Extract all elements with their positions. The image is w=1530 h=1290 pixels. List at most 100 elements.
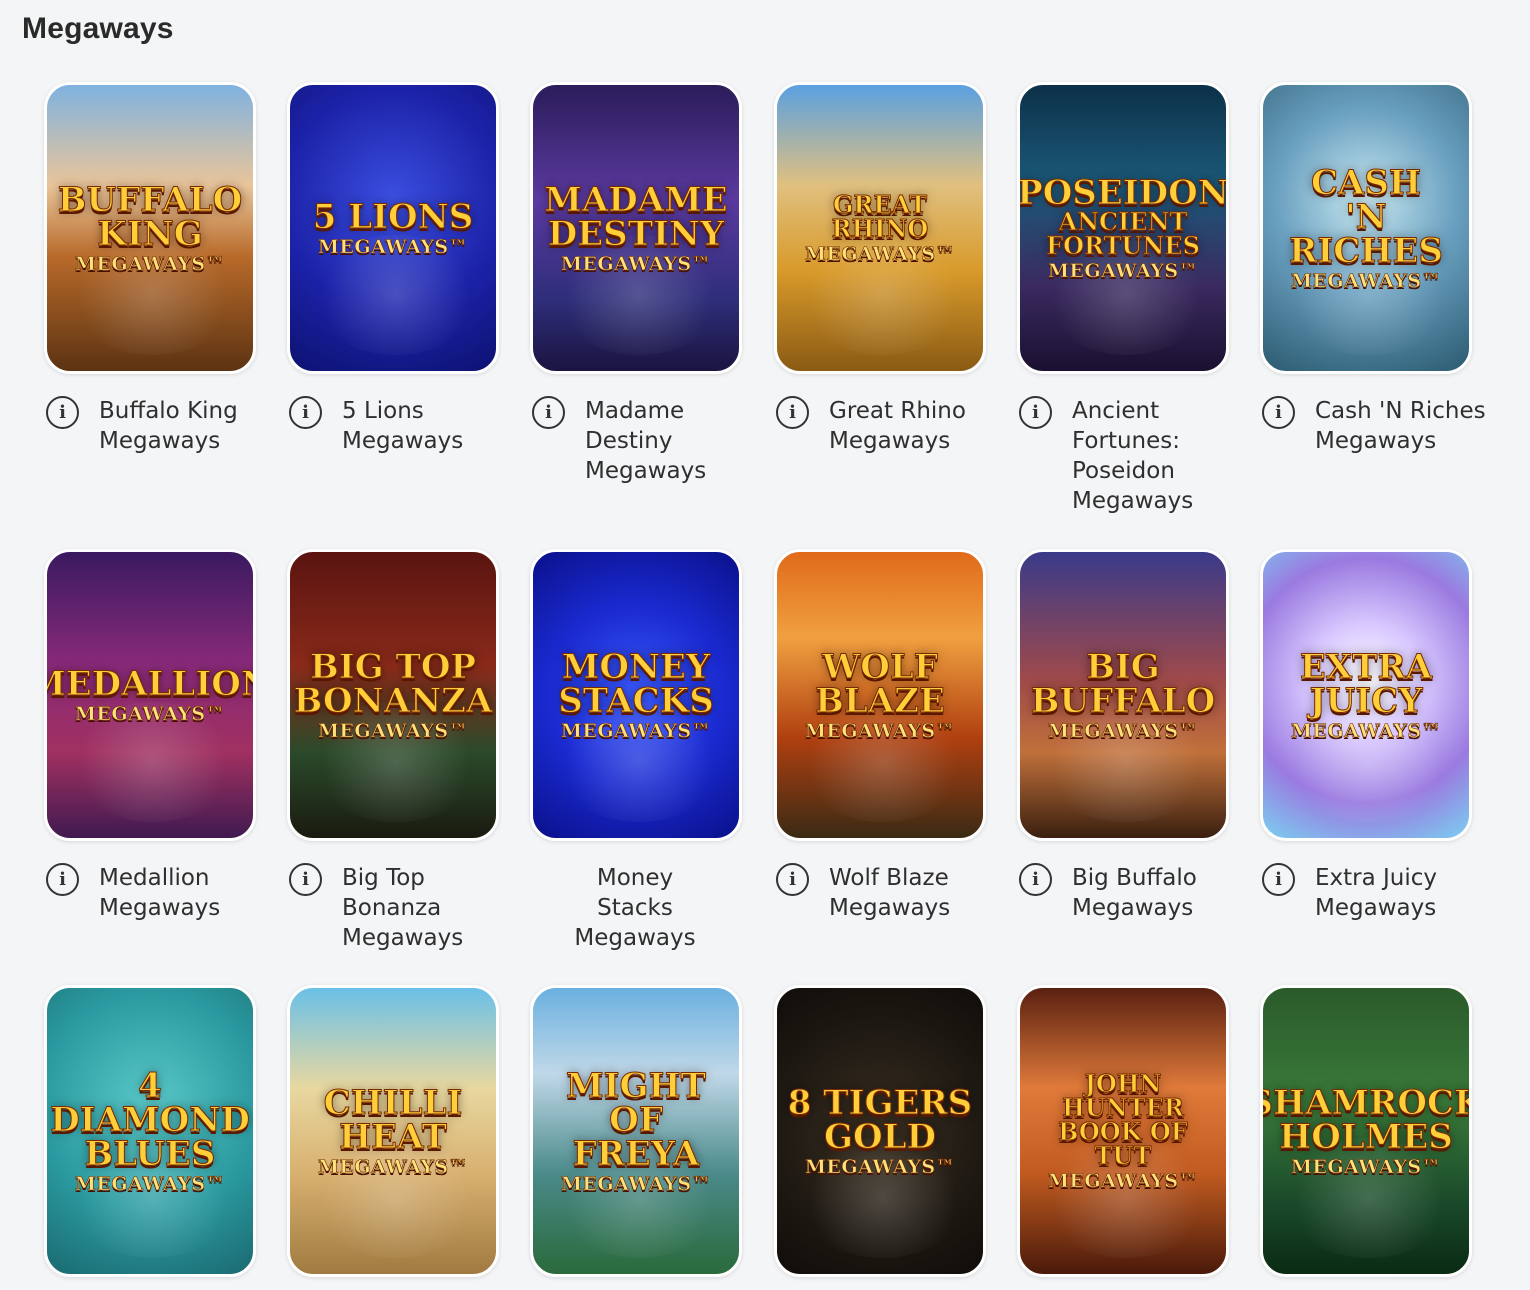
game-logo-line: Book of Tut	[1058, 1116, 1189, 1170]
game-logo-line: Megaways™	[804, 719, 956, 742]
game-name[interactable]: Money Stacks Megaways	[560, 863, 710, 953]
game-name-line: Megaways	[574, 925, 696, 951]
game-info-row: i 5 Lions Megaways	[287, 396, 517, 456]
game-name[interactable]: Big Buffalo Megaways	[1072, 863, 1247, 923]
game-logo: 5 Lions Megaways™	[305, 199, 482, 258]
game-thumbnail[interactable]: Wolf Blaze Megaways™	[774, 549, 986, 841]
game-name[interactable]: Extra Juicy Megaways	[1315, 863, 1490, 923]
game-name[interactable]: Buffalo King Megaways	[99, 396, 274, 456]
game-logo: Buffalo King Megaways™	[50, 179, 251, 274]
game-info-row: i Buffalo King Megaways	[44, 396, 274, 456]
game-name-line: Megaways	[1072, 488, 1194, 514]
game-thumbnail[interactable]: Shamrock Holmes Megaways™	[1260, 985, 1472, 1277]
game-logo-line: Might of	[565, 1065, 706, 1140]
game-logo-line: Megaways™	[560, 719, 712, 742]
game-logo-line: Destiny	[547, 213, 725, 254]
info-icon[interactable]: i	[1019, 396, 1052, 429]
game-name-line: Megaways	[829, 428, 951, 454]
game-thumbnail[interactable]: Buffalo King Megaways™	[44, 82, 256, 374]
game-logo-line: Medallion	[47, 663, 253, 704]
game-logo-line: Bonanza	[293, 680, 493, 721]
game-name[interactable]: Wolf Blaze Megaways	[829, 863, 1004, 923]
game-grid: Buffalo King Megaways™ i Buffalo King Megaway…	[0, 0, 1530, 1290]
game-thumbnail[interactable]: MedallionMegaways™	[44, 549, 256, 841]
game-logo-line: Great Rhino	[831, 189, 929, 243]
game-logo-line: Megaways™	[560, 252, 712, 275]
game-info-row: i Madame Destiny Megaways	[530, 396, 760, 486]
game-name-line: Megaways	[342, 428, 464, 454]
game-name-line: Cash 'N Riches	[1315, 398, 1486, 424]
game-logo: Poseidon Ancient Fortunes Megaways™	[1020, 175, 1226, 281]
game-name[interactable]: Madame Destiny Megaways	[585, 396, 760, 486]
game-info-row: i Wolf Blaze Megaways	[774, 863, 1004, 923]
game-name[interactable]: 5 Lions Megaways	[342, 396, 517, 456]
game-name-line: Money Stacks	[596, 865, 674, 921]
game-thumbnail[interactable]: Big Buffalo Megaways™	[1017, 549, 1229, 841]
info-icon[interactable]: i	[46, 863, 79, 896]
game-name-line: Megaways	[585, 458, 707, 484]
game-thumbnail[interactable]: Big Top Bonanza Megaways™	[287, 549, 499, 841]
game-logo-line: King	[97, 213, 204, 254]
info-icon[interactable]: i	[776, 863, 809, 896]
game-thumbnail[interactable]: Money Stacks Megaways™	[530, 549, 742, 841]
game-name-line: Megaways	[99, 895, 221, 921]
game-name[interactable]: Cash 'N Riches Megaways	[1315, 396, 1490, 456]
game-name-line: Destiny	[585, 428, 673, 454]
game-logo: Madame Destiny Megaways™	[536, 182, 735, 275]
game-name[interactable]: Great Rhino Megaways	[829, 396, 1004, 456]
game-name-line: 5 Lions	[342, 398, 424, 424]
game-info-row: i Great Rhino Megaways	[774, 396, 1004, 456]
game-name-line: Fortunes:	[1072, 428, 1180, 454]
info-icon[interactable]: i	[1262, 863, 1295, 896]
game-logo-line: Shamrock	[1260, 1082, 1472, 1123]
info-icon[interactable]: i	[1262, 396, 1295, 429]
game-name-line: Madame	[585, 398, 685, 424]
game-logo-line: Blues	[84, 1133, 216, 1174]
game-thumbnail[interactable]: Great Rhino Megaways™	[774, 82, 986, 374]
game-logo-line: Megaways™	[317, 235, 469, 258]
game-name[interactable]: Ancient Fortunes: Poseidon Megaways	[1072, 396, 1247, 516]
game-thumbnail[interactable]: Madame Destiny Megaways™	[530, 82, 742, 374]
game-name-line: Megaways	[829, 895, 951, 921]
game-name[interactable]: Medallion Megaways	[99, 863, 274, 923]
info-icon[interactable]: i	[1019, 863, 1052, 896]
game-logo: Money Stacks Megaways™	[550, 649, 722, 742]
game-thumbnail[interactable]: 8 Tigers Gold Megaways™	[774, 985, 986, 1277]
game-logo-line: 4 Diamond	[50, 1065, 251, 1140]
game-logo: Shamrock Holmes Megaways™	[1260, 1082, 1472, 1177]
game-info-row: i Ancient Fortunes: Poseidon Megaways	[1017, 396, 1247, 516]
game-logo-line: Megaways™	[1290, 719, 1442, 742]
info-icon[interactable]: i	[289, 396, 322, 429]
game-logo-line: Megaways™	[74, 702, 226, 725]
game-thumbnail[interactable]: Might of Freya Megaways™	[530, 985, 742, 1277]
game-thumbnail[interactable]: 4 Diamond Blues Megaways™	[44, 985, 256, 1277]
game-name-line: Extra Juicy	[1315, 865, 1438, 891]
game-name-line: Poseidon	[1072, 458, 1175, 484]
info-icon[interactable]: i	[776, 396, 809, 429]
game-logo-line: Juicy	[1309, 680, 1423, 721]
game-name-line: Big Buffalo	[1072, 865, 1197, 891]
game-logo-line: Megaways™	[1047, 1169, 1199, 1192]
game-thumbnail[interactable]: Poseidon Ancient Fortunes Megaways™	[1017, 82, 1229, 374]
game-logo-line: Megaways™	[317, 719, 469, 742]
game-logo-line: Megaways™	[560, 1172, 712, 1195]
game-name-line: Megaways	[1315, 428, 1437, 454]
game-thumbnail[interactable]: Extra Juicy Megaways™	[1260, 549, 1472, 841]
game-logo-line: Big	[1086, 646, 1161, 687]
game-name-line: Wolf Blaze	[829, 865, 949, 891]
game-thumbnail[interactable]: Cash 'N Riches Megaways™	[1260, 82, 1472, 374]
game-name[interactable]: Big Top Bonanza Megaways	[342, 863, 517, 953]
game-name-line: Megaways	[1072, 895, 1194, 921]
game-logo-line: Buffalo	[57, 179, 243, 220]
game-logo-line: Freya	[572, 1133, 700, 1174]
game-name-line: Big Top	[342, 865, 425, 891]
info-icon[interactable]: i	[289, 863, 322, 896]
game-thumbnail[interactable]: 5 Lions Megaways™	[287, 82, 499, 374]
info-icon[interactable]: i	[46, 396, 79, 429]
info-icon[interactable]: i	[532, 396, 565, 429]
game-logo: 8 Tigers Gold Megaways™	[780, 1085, 980, 1177]
game-thumbnail[interactable]: Chilli Heat Megaways™	[287, 985, 499, 1277]
game-name-line: Megaways	[1315, 895, 1437, 921]
game-thumbnail[interactable]: John Hunter Book of Tut Megaways™	[1017, 985, 1229, 1277]
game-logo-line: Megaways™	[1290, 269, 1442, 292]
